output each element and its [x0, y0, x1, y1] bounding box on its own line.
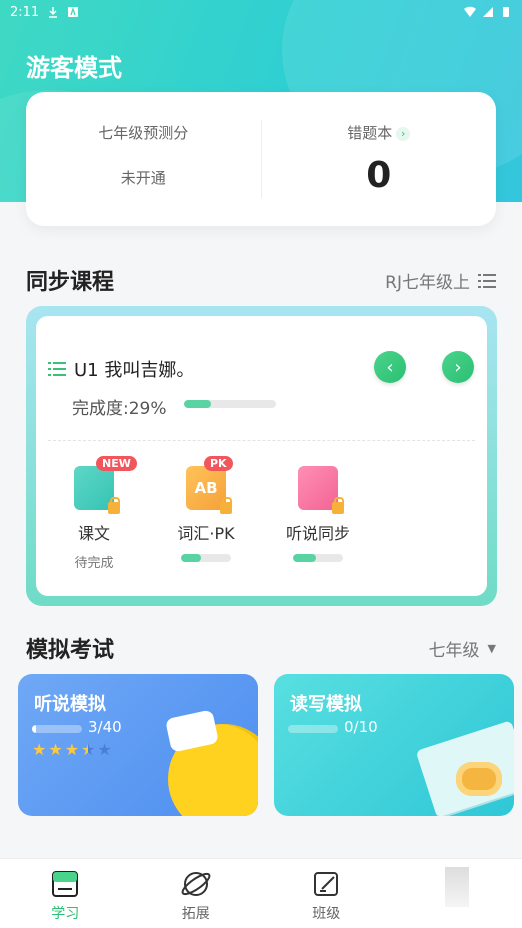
app-notification-icon [68, 6, 79, 17]
listening-mock-card[interactable]: 听说模拟 3/40 ★ ★ ★ ★ ★ [18, 674, 258, 816]
chevron-right-icon: › [396, 126, 411, 141]
profile-icon [444, 867, 469, 907]
page-title: 游客模式 [26, 54, 122, 82]
bottom-tab-bar: 学习 拓展 班级 [0, 858, 522, 928]
download-icon [49, 7, 58, 18]
new-badge: NEW [96, 456, 137, 471]
prev-unit-button[interactable]: ‹ [374, 351, 406, 383]
course-item-status: 待完成 [74, 556, 114, 571]
vocab-icon: AB PK [186, 456, 233, 514]
course-item-label: 听说同步 [285, 524, 350, 543]
tab-explore[interactable]: 拓展 [131, 859, 262, 928]
course-item-label: 课文 [77, 524, 110, 543]
lock-icon [332, 497, 344, 514]
wifi-icon [464, 6, 476, 17]
book-selector[interactable]: RJ七年级上 [385, 268, 496, 293]
wrong-book[interactable]: 错题本 › 0 [262, 92, 497, 226]
exam-progress-bar [288, 725, 338, 733]
predict-score[interactable]: 七年级预测分 未开通 [26, 92, 261, 226]
vocab-progress-fill [181, 554, 201, 562]
tab-class[interactable]: 班级 [261, 859, 392, 928]
battery-icon [503, 7, 509, 17]
listening-progress-bar [293, 554, 343, 562]
lock-icon [220, 497, 232, 514]
study-icon [52, 871, 79, 897]
predict-score-label: 七年级预测分 [98, 124, 189, 142]
star-icon: ★ [32, 740, 47, 759]
signal-icon [483, 7, 493, 17]
unit-progress-fill [184, 400, 211, 408]
sync-course-title: 同步课程 [26, 270, 115, 295]
planet-icon [181, 872, 211, 896]
listening-progress-fill [293, 554, 316, 562]
tab-label: 拓展 [181, 906, 210, 922]
tab-label: 班级 [312, 906, 341, 922]
tab-study[interactable]: 学习 [0, 859, 131, 928]
wrong-book-label: 错题本 [347, 124, 393, 142]
exam-title: 读写模拟 [290, 694, 362, 715]
vocab-icon-text: AB [194, 479, 218, 497]
chevron-left-icon: ‹ [386, 356, 394, 378]
star-icon: ★ [97, 740, 112, 759]
summary-card: 七年级预测分 未开通 错题本 › 0 [26, 92, 496, 226]
course-item-vocab[interactable]: AB PK 词汇·PK [158, 456, 254, 562]
grade-selector[interactable]: 七年级 ▼ [429, 636, 496, 661]
exam-title: 听说模拟 [34, 694, 106, 715]
exam-count: 0/10 [344, 718, 378, 736]
course-item-text[interactable]: NEW 课文 待完成 [46, 456, 142, 571]
unit-list-icon [48, 362, 66, 376]
lock-icon [108, 497, 120, 514]
chevron-right-icon: › [454, 356, 462, 378]
listening-icon [298, 466, 344, 514]
dashed-divider [48, 440, 475, 441]
unit-selector[interactable]: U1 我叫吉娜。 [48, 356, 194, 382]
wrong-book-count: 0 [366, 155, 392, 196]
mock-exam-title: 模拟考试 [26, 638, 115, 663]
next-unit-button[interactable]: › [442, 351, 474, 383]
reading-mock-card[interactable]: 读写模拟 0/10 [274, 674, 514, 816]
predict-score-value: 未开通 [120, 169, 166, 187]
unit-progress-label: 完成度:29% [72, 399, 167, 419]
unit-title: U1 我叫吉娜。 [74, 360, 195, 381]
list-icon [478, 273, 496, 288]
caret-down-icon: ▼ [487, 642, 496, 655]
vocab-progress-bar [181, 554, 231, 562]
tab-profile[interactable] [392, 859, 522, 928]
book-name: RJ七年级上 [385, 273, 470, 293]
text-lesson-icon: NEW [74, 456, 137, 514]
grade-name: 七年级 [428, 641, 480, 661]
exam-progress-fill [32, 725, 36, 733]
star-icon: ★ [81, 740, 96, 759]
scroll-illustration [456, 762, 502, 796]
star-rating: ★ ★ ★ ★ ★ [32, 740, 112, 759]
star-icon: ★ [48, 740, 63, 759]
class-icon [314, 872, 339, 896]
exam-count: 3/40 [88, 718, 122, 736]
pk-badge: PK [204, 456, 233, 471]
status-time: 2:11 [10, 4, 40, 20]
exam-progress-bar [32, 725, 82, 733]
unit-progress-bar [184, 400, 276, 408]
course-item-listening[interactable]: 听说同步 [270, 466, 366, 562]
course-item-label: 词汇·PK [177, 524, 235, 543]
sync-course-card: U1 我叫吉娜。 ‹ › 完成度:29% NEW 课文 待完成 AB PK 词汇… [26, 306, 497, 606]
star-icon: ★ [64, 740, 80, 759]
tab-label: 学习 [51, 906, 80, 922]
status-bar: 2:11 [0, 0, 522, 24]
